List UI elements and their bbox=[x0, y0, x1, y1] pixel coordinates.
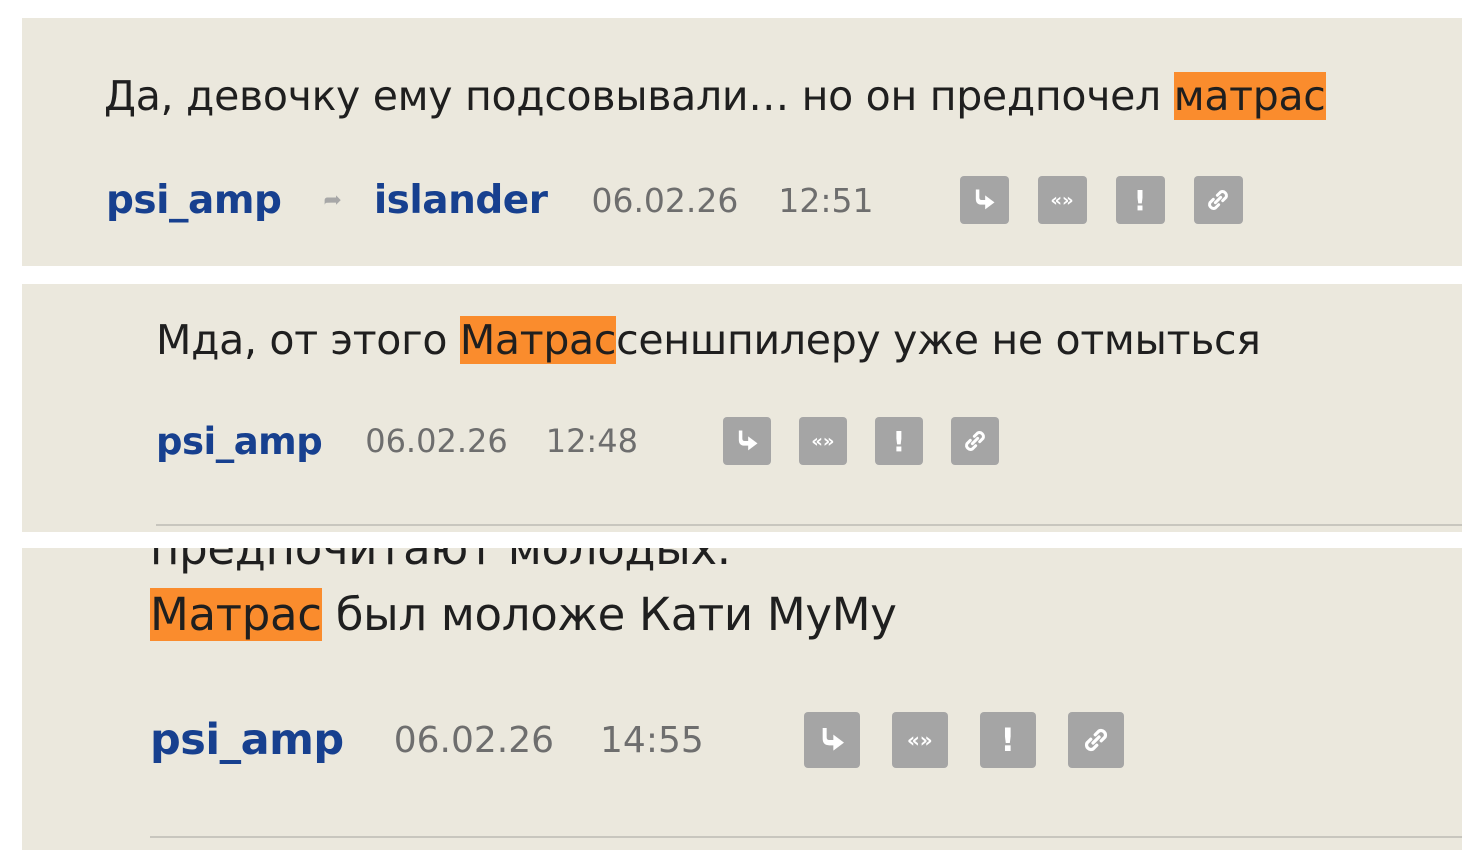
exclamation-icon: ! bbox=[892, 424, 906, 458]
comment-text: Мда, от этого Матрассеншпилеру уже не от… bbox=[156, 316, 1261, 364]
reply-to-author-link[interactable]: islander bbox=[374, 178, 548, 223]
comment-text: Да, девочку ему подсовывали… но он предп… bbox=[104, 72, 1326, 120]
comment-divider bbox=[156, 524, 1462, 526]
reply-button[interactable] bbox=[722, 417, 771, 465]
quote-icon: «» bbox=[811, 430, 835, 452]
chain-link-icon bbox=[965, 431, 985, 451]
comment-meta: psi_amp 06.02.26 12:48 «» ! bbox=[156, 416, 999, 466]
comment-text-after: был моложе Кати МуМу bbox=[321, 588, 897, 641]
author-link[interactable]: psi_amp bbox=[156, 420, 323, 463]
reply-arrow-icon bbox=[738, 430, 758, 451]
comment-text-after: сеншпилеру уже не отмыться bbox=[616, 316, 1261, 364]
comment-card: Да, девочку ему подсовывали… но он предп… bbox=[22, 18, 1462, 266]
permalink-button[interactable] bbox=[1067, 712, 1124, 768]
comment-meta: psi_amp ➦ islander 06.02.26 12:51 «» ! bbox=[106, 176, 1243, 224]
reply-button[interactable] bbox=[803, 712, 860, 768]
quote-button[interactable]: «» bbox=[798, 417, 847, 465]
reply-arrow-icon bbox=[822, 728, 844, 751]
quote-button[interactable]: «» bbox=[891, 712, 948, 768]
search-highlight: Матрас bbox=[150, 588, 322, 641]
quote-icon: «» bbox=[1050, 189, 1074, 211]
comment-time[interactable]: 12:48 bbox=[546, 422, 638, 460]
comment-actions: «» ! bbox=[959, 176, 1243, 224]
comment-date: 06.02.26 bbox=[591, 180, 739, 220]
comment-card: предпочитают молодых. Матрас был моложе … bbox=[22, 548, 1462, 850]
reply-to-arrow-icon: ➦ bbox=[323, 187, 342, 213]
reply-arrow-icon bbox=[975, 189, 995, 210]
report-button[interactable]: ! bbox=[1115, 176, 1165, 224]
comment-time[interactable]: 12:51 bbox=[778, 181, 873, 220]
comment-divider bbox=[150, 836, 1462, 838]
report-button[interactable]: ! bbox=[874, 417, 923, 465]
search-highlight: Матрас bbox=[459, 316, 617, 364]
comment-date: 06.02.26 bbox=[365, 422, 508, 460]
search-highlight: матрас bbox=[1173, 72, 1326, 120]
quote-button[interactable]: «» bbox=[1037, 176, 1087, 224]
chain-link-icon bbox=[1084, 728, 1107, 752]
comment-text: Матрас был моложе Кати МуМу bbox=[150, 588, 897, 641]
comment-card: Мда, от этого Матрассеншпилеру уже не от… bbox=[22, 284, 1462, 532]
permalink-button[interactable] bbox=[950, 417, 999, 465]
author-link[interactable]: psi_amp bbox=[150, 715, 344, 765]
author-link[interactable]: psi_amp bbox=[106, 178, 282, 223]
exclamation-icon: ! bbox=[1133, 183, 1147, 217]
quote-icon: «» bbox=[906, 728, 933, 752]
report-button[interactable]: ! bbox=[979, 712, 1036, 768]
comment-text-before: Да, девочку ему подсовывали… но он предп… bbox=[104, 72, 1174, 120]
comment-meta: psi_amp 06.02.26 14:55 «» ! bbox=[150, 712, 1124, 768]
reply-button[interactable] bbox=[959, 176, 1009, 224]
comment-text-before: Мда, от этого bbox=[156, 316, 460, 364]
comment-actions: «» ! bbox=[722, 417, 999, 465]
comment-text-cut-line: предпочитают молодых. bbox=[150, 548, 731, 575]
comment-date: 06.02.26 bbox=[393, 719, 555, 761]
comment-time[interactable]: 14:55 bbox=[600, 720, 704, 761]
permalink-button[interactable] bbox=[1193, 176, 1243, 224]
comment-actions: «» ! bbox=[803, 712, 1124, 768]
chain-link-icon bbox=[1208, 190, 1228, 210]
exclamation-icon: ! bbox=[1000, 721, 1016, 759]
